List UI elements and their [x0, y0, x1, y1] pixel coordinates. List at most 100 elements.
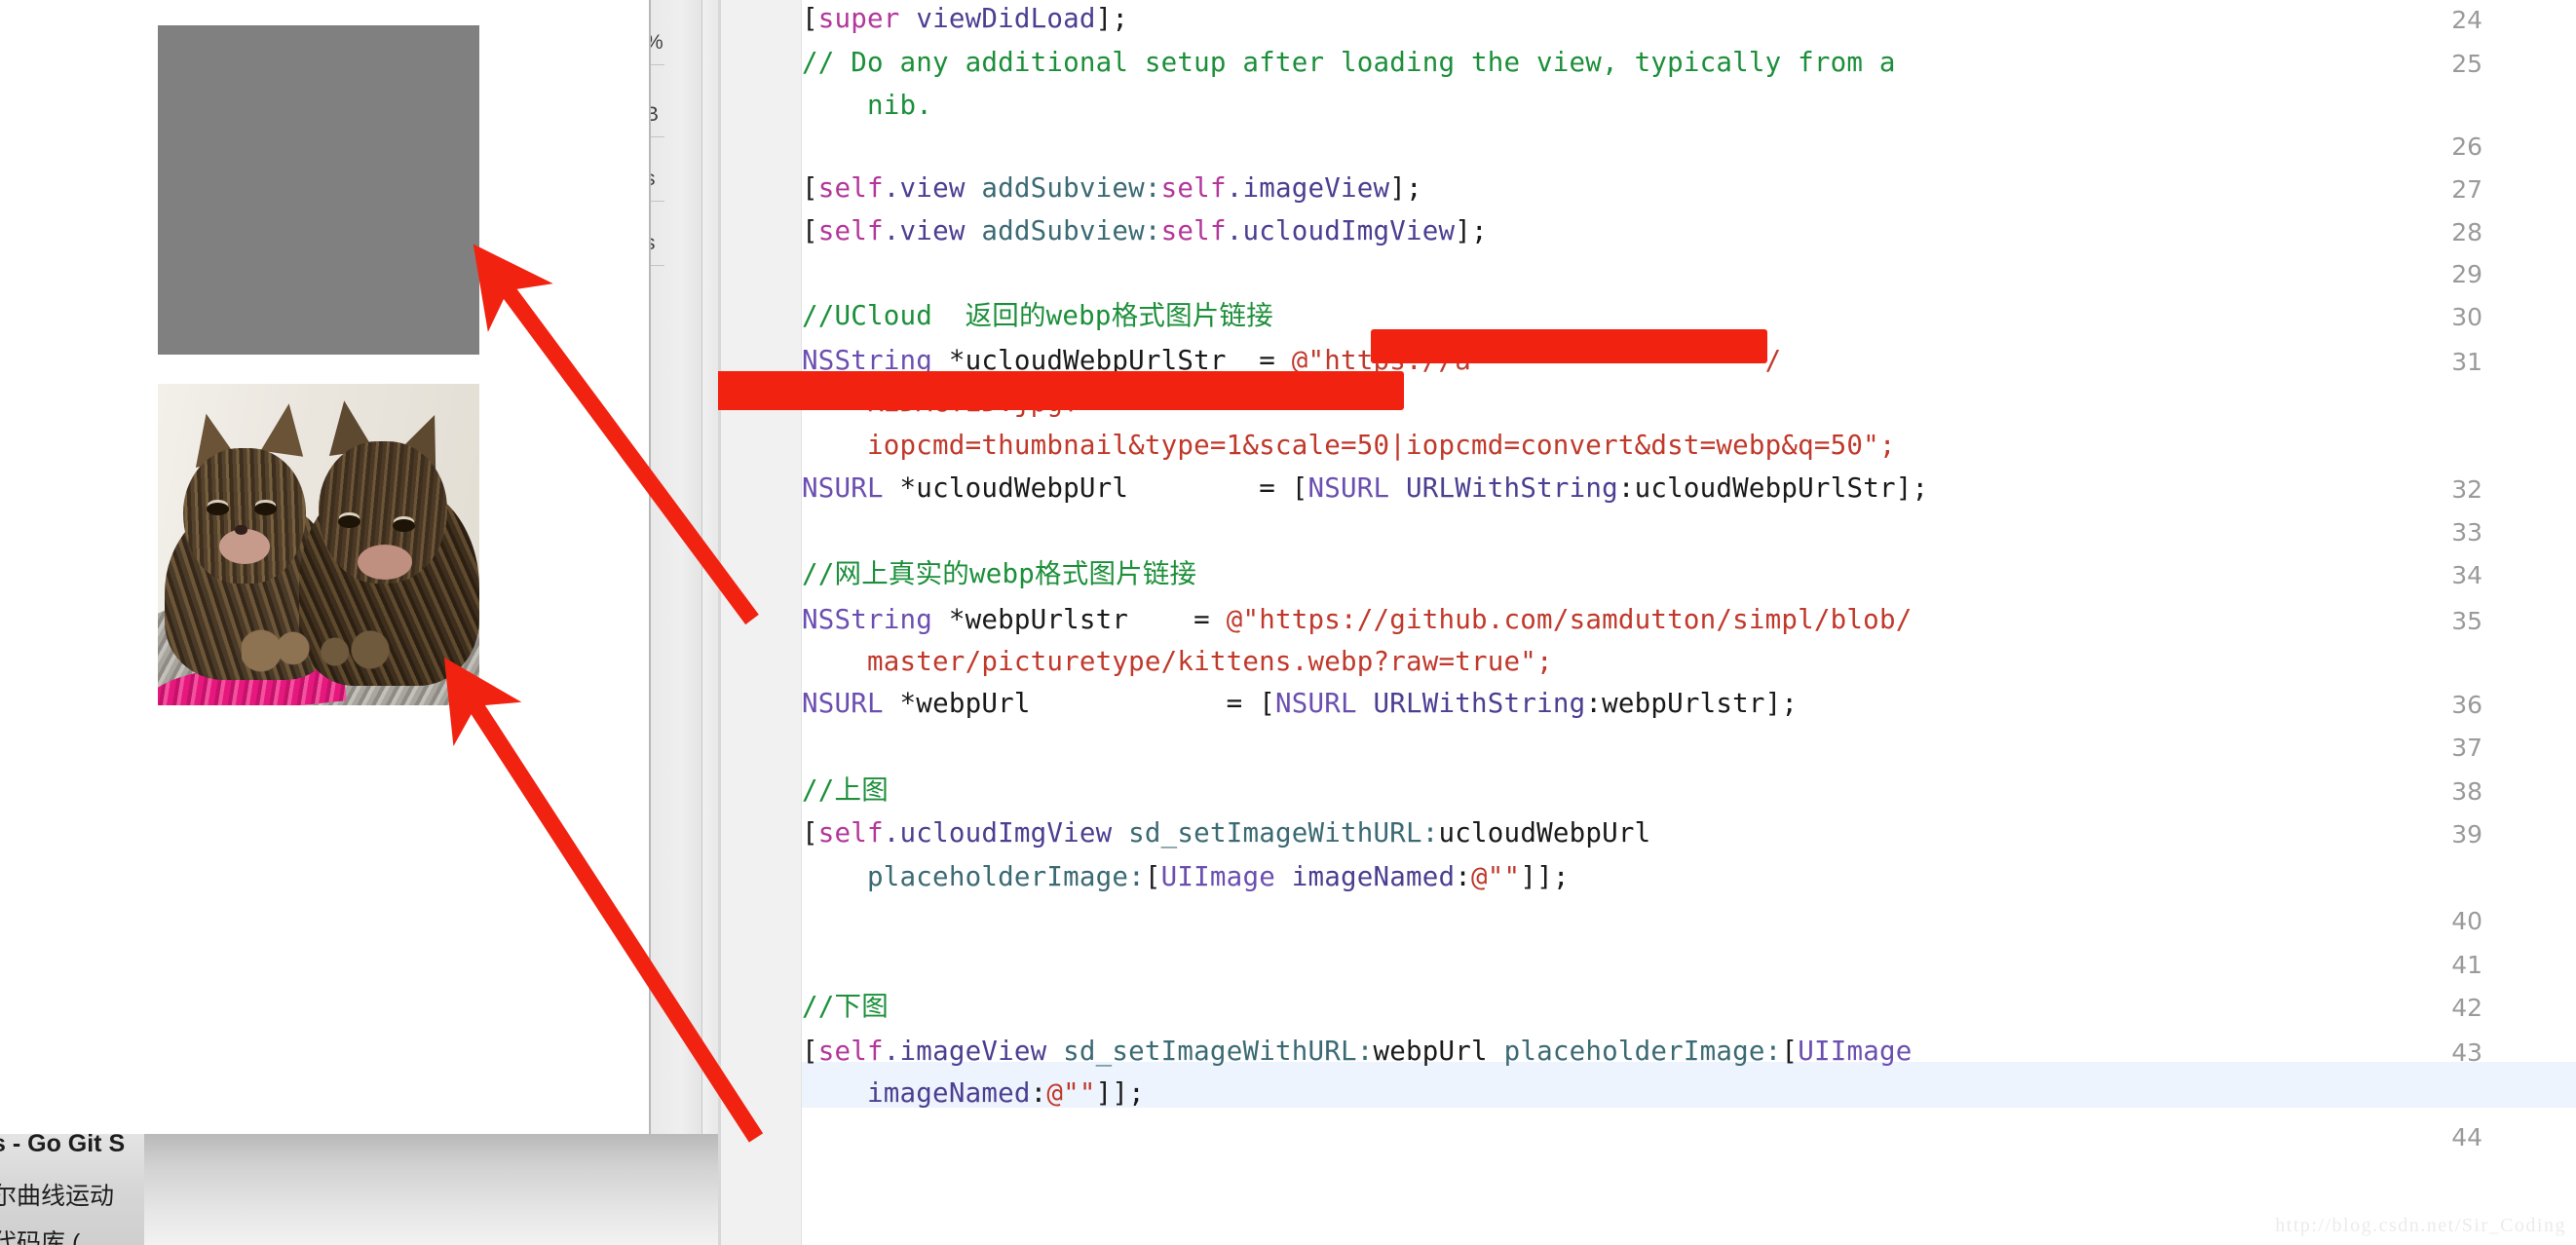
- code-token: [: [1144, 861, 1161, 893]
- code-line[interactable]: nib.: [802, 90, 933, 122]
- line-number: 36: [2451, 690, 2482, 719]
- code-token: NSString: [802, 603, 933, 635]
- code-token: webpUrl: [1373, 1035, 1504, 1067]
- code-text-area[interactable]: [super viewDidLoad];// Do any additional…: [718, 0, 2576, 1245]
- line-number: 37: [2451, 733, 2482, 762]
- code-token: .ucloudImgView: [883, 816, 1129, 849]
- code-token: self: [817, 171, 884, 204]
- code-token: .view: [883, 214, 982, 246]
- code-line[interactable]: NSURL *ucloudWebpUrl = [NSURL URLWithStr…: [802, 472, 1929, 505]
- code-line[interactable]: //下图: [802, 993, 889, 1021]
- code-token: @"https://github.com/samdutton/simpl/blo…: [1226, 603, 1913, 635]
- code-token: :: [1455, 861, 1472, 893]
- line-number: 27: [2451, 174, 2482, 204]
- code-line[interactable]: imageNamed:@""]];: [802, 1080, 1145, 1108]
- line-number: 40: [2451, 906, 2482, 935]
- code-token: URLWithString: [1356, 687, 1586, 719]
- code-token: self: [817, 1035, 884, 1067]
- code-line[interactable]: master/picturetype/kittens.webp?raw=true…: [802, 649, 1553, 676]
- line-number: 32: [2451, 475, 2482, 505]
- code-token: .imageView: [1226, 171, 1390, 204]
- code-token: addSubview:: [981, 171, 1161, 204]
- simulator-preview-panel: [0, 0, 651, 1134]
- code-token: UIImage: [1160, 861, 1275, 893]
- code-token: viewDidLoad: [916, 3, 1096, 34]
- code-line[interactable]: [self.view addSubview:self.imageView];: [802, 171, 1422, 204]
- line-number: 41: [2451, 951, 2482, 980]
- code-line[interactable]: [self.view addSubview:self.ucloudImgView…: [802, 214, 1488, 246]
- code-token: [: [802, 214, 818, 246]
- code-line[interactable]: //UCloud 返回的webp格式图片链接: [802, 300, 1273, 332]
- debug-gauge-strip[interactable]: % Bs s: [651, 0, 702, 1134]
- code-line[interactable]: iopcmd=thumbnail&type=1&scale=50|iopcmd=…: [802, 430, 1896, 462]
- line-number: 28: [2451, 217, 2482, 246]
- line-number: 43: [2451, 1038, 2482, 1067]
- code-token: //上图: [802, 773, 889, 806]
- code-token: addSubview:: [981, 214, 1161, 246]
- gauge-label-fragment: B: [651, 103, 659, 127]
- code-token: .view: [883, 171, 982, 204]
- code-token: //UCloud 返回的webp格式图片链接: [802, 300, 1273, 332]
- code-token: ucloudWebpUrl: [1438, 816, 1651, 849]
- code-token: URLWithString: [1389, 472, 1618, 505]
- code-editor[interactable]: [super viewDidLoad];// Do any additional…: [718, 0, 2576, 1245]
- debug-gauge-strip-secondary: [702, 0, 718, 1134]
- line-number: 42: [2451, 994, 2482, 1023]
- bookmark-item[interactable]: s - Go Git S: [0, 1134, 125, 1158]
- code-token: sd_setImageWithURL:: [1063, 1035, 1374, 1067]
- code-token: self: [817, 214, 884, 246]
- bookmark-item[interactable]: 代码库 (: [0, 1224, 80, 1245]
- code-token: [: [1781, 1035, 1799, 1067]
- code-token: master/picturetype/kittens.webp?raw=true…: [802, 646, 1553, 678]
- line-number: 31: [2451, 347, 2482, 376]
- code-token: ]];: [1520, 861, 1570, 893]
- editor-gutter: [718, 0, 802, 1245]
- code-token: self: [817, 816, 884, 849]
- code-line[interactable]: placeholderImage:[UIImage imageNamed:@""…: [802, 861, 1570, 893]
- browser-bookmarks-fragment[interactable]: s - Go Git S 尔曲线运动代码库 (: [0, 1134, 145, 1245]
- code-line[interactable]: //网上真实的webp格式图片链接: [802, 557, 1197, 589]
- code-line[interactable]: [super viewDidLoad];: [802, 3, 1129, 34]
- line-number: 25: [2451, 50, 2482, 79]
- csdn-watermark: http://blog.csdn.net/Sir_Coding: [2275, 1215, 2566, 1236]
- code-token: [: [802, 3, 818, 34]
- code-line[interactable]: NSURL *webpUrl = [NSURL URLWithString:we…: [802, 687, 1798, 719]
- code-line[interactable]: [self.ucloudImgView sd_setImageWithURL:u…: [802, 816, 1651, 849]
- code-token: NSURL: [802, 687, 884, 719]
- photo-kitten-left-ear-b: [260, 399, 311, 457]
- code-token: // Do any additional setup after loading…: [802, 47, 1896, 79]
- code-token: ];: [1095, 3, 1129, 34]
- code-token: //网上真实的webp格式图片链接: [802, 557, 1197, 589]
- code-line[interactable]: NSString *webpUrlstr = @"https://github.…: [802, 603, 1913, 635]
- code-token: iopcmd=thumbnail&type=1&scale=50|iopcmd=…: [802, 430, 1896, 462]
- screenshot-root: %Bss s - Go Git S尔曲线运动代码库 ( [super viewD…: [0, 0, 2576, 1245]
- code-token: self: [1160, 214, 1227, 246]
- gauge-label-fragment: s: [651, 232, 656, 255]
- code-token: NSURL: [802, 472, 884, 505]
- photo-kitten-right-muzzle: [357, 545, 412, 581]
- bookmark-item[interactable]: 尔曲线运动: [0, 1177, 114, 1212]
- photo-kitten-paws: [241, 624, 402, 677]
- code-line[interactable]: [ self.imageView sd_setImageWithURL:webpU…: [802, 1038, 1912, 1066]
- line-number: 44: [2451, 1123, 2482, 1152]
- code-token: .ucloudImgView: [1226, 214, 1456, 246]
- gauge-divider: [651, 64, 664, 65]
- code-token: super: [817, 3, 900, 34]
- line-number: 29: [2451, 260, 2482, 289]
- code-line[interactable]: //上图: [802, 773, 889, 806]
- code-token: /: [1764, 344, 1782, 376]
- line-number: 38: [2451, 776, 2482, 806]
- code-token: placeholderImage:: [867, 861, 1145, 893]
- code-token: :ucloudWebpUrlStr];: [1617, 472, 1929, 505]
- photo-kitten-right-eye-b: [392, 518, 415, 532]
- code-token: placeholderImage:: [1503, 1035, 1782, 1067]
- line-number: 30: [2451, 303, 2482, 332]
- code-token: .imageView: [883, 1035, 1064, 1067]
- code-token: nib.: [802, 90, 933, 122]
- code-token: *webpUrlstr =: [932, 603, 1227, 635]
- code-line[interactable]: // Do any additional setup after loading…: [802, 50, 1896, 77]
- code-token: NSURL: [1274, 687, 1357, 719]
